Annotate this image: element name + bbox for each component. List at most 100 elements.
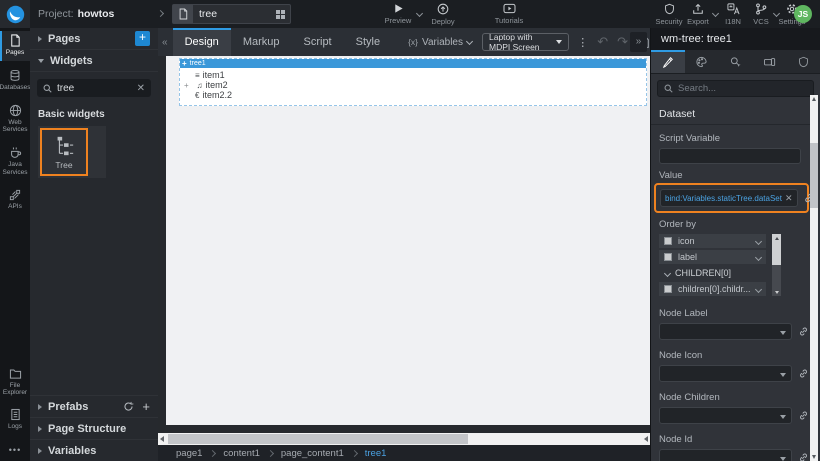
breadcrumb-page1[interactable]: page1 <box>176 448 202 459</box>
redo-icon[interactable]: ↷ <box>617 34 628 50</box>
scroll-up-icon[interactable] <box>772 234 781 243</box>
rail-item-databases[interactable]: Databases <box>0 66 30 96</box>
bind-link-icon[interactable] <box>798 326 809 337</box>
scroll-down-icon[interactable] <box>812 455 816 459</box>
rail-item-logs[interactable]: Logs <box>0 405 30 435</box>
properties-search[interactable] <box>657 80 814 97</box>
tab-styles[interactable] <box>685 50 719 73</box>
undo-icon[interactable]: ↶ <box>597 34 608 50</box>
properties-scrollbar[interactable] <box>810 95 818 461</box>
canvas-horizontal-scrollbar[interactable] <box>158 433 650 445</box>
bind-link-icon[interactable] <box>798 410 809 421</box>
chevron-down-icon <box>664 269 671 276</box>
widget-search-input[interactable] <box>57 83 132 94</box>
order-by-row-label[interactable]: label <box>659 250 766 264</box>
rail-item-java-services[interactable]: Java Services <box>0 143 30 181</box>
user-avatar[interactable]: JS <box>794 5 812 23</box>
breadcrumb-tree1[interactable]: tree1 <box>365 448 387 459</box>
script-variable-input[interactable] <box>659 148 801 164</box>
collapse-panel-icon[interactable]: « <box>158 37 173 48</box>
tab-style[interactable]: Style <box>344 28 392 56</box>
tree-widget-selection-bar[interactable]: + tree1 <box>180 59 646 68</box>
expand-arrow-icon <box>38 59 44 63</box>
rail-item-web-services[interactable]: Web Services <box>0 101 30 139</box>
chevron-down-icon[interactable] <box>755 253 762 260</box>
i18n-button[interactable]: I18N <box>718 3 748 26</box>
section-widgets[interactable]: Widgets <box>30 50 158 72</box>
order-by-group-children[interactable]: CHILDREN[0] <box>659 266 766 280</box>
device-selector[interactable]: Laptop with MDPI Screen <box>482 33 569 51</box>
chevron-down-icon[interactable] <box>755 237 762 244</box>
tree-widget-tile[interactable]: Tree <box>40 128 88 176</box>
node-icon-select[interactable] <box>659 365 792 382</box>
scroll-up-icon[interactable] <box>812 97 816 101</box>
bind-link-icon[interactable] <box>798 368 809 379</box>
kebab-menu-icon[interactable]: ⋮ <box>577 36 588 49</box>
scrollbar-thumb[interactable] <box>168 434 468 444</box>
breadcrumb-content1[interactable]: content1 <box>223 448 259 459</box>
rail-label: Logs <box>8 423 22 431</box>
order-by-scrollbar[interactable] <box>772 234 781 296</box>
tree-node-item1[interactable]: ≡ item1 <box>195 70 225 80</box>
tutorials-button[interactable]: Tutorials <box>490 3 528 25</box>
design-canvas[interactable]: + tree1 ≡ item1 + ♫ item2 € item2.2 <box>158 56 650 425</box>
node-label-select[interactable] <box>659 323 792 340</box>
tab-script[interactable]: Script <box>292 28 344 56</box>
tree-node-item2-2[interactable]: € item2.2 <box>195 90 232 100</box>
section-variables[interactable]: Variables <box>30 439 158 461</box>
export-button[interactable]: Export <box>684 3 712 26</box>
preview-caret-icon[interactable] <box>416 10 423 17</box>
rail-item-pages[interactable]: Pages <box>0 31 30 61</box>
breadcrumb-page-content1[interactable]: page_content1 <box>281 448 344 459</box>
tab-markup[interactable]: Markup <box>231 28 292 56</box>
selected-widget-title: wm-tree: tree1 <box>651 28 820 50</box>
clear-search-icon[interactable]: ✕ <box>137 83 145 94</box>
tree-widget-on-canvas[interactable]: + tree1 ≡ item1 + ♫ item2 € item2.2 <box>179 58 647 106</box>
preview-button[interactable]: Preview <box>380 3 416 25</box>
properties-search-input[interactable] <box>678 83 807 94</box>
tree-node-item2[interactable]: + ♫ item2 <box>184 80 228 90</box>
tab-devices[interactable] <box>752 50 786 73</box>
scrollbar-thumb[interactable] <box>772 243 781 265</box>
section-page-structure[interactable]: Page Structure <box>30 417 158 439</box>
section-prefabs[interactable]: Prefabs + <box>30 395 158 417</box>
rail-item-file-explorer[interactable]: File Explorer <box>0 365 30 402</box>
vcs-button[interactable]: VCS <box>748 3 774 26</box>
add-page-button[interactable]: + <box>135 31 150 46</box>
rail-overflow-icon[interactable]: ••• <box>0 445 30 455</box>
security-button[interactable]: Security <box>652 3 686 26</box>
export-label: Export <box>687 17 709 26</box>
checkbox[interactable] <box>664 285 672 293</box>
node-children-select[interactable] <box>659 407 792 424</box>
widget-search[interactable]: ✕ <box>37 79 151 97</box>
value-binding-input[interactable]: bind:Variables.staticTree.dataSet ✕ <box>660 189 798 207</box>
add-prefab-icon[interactable]: + <box>142 399 150 414</box>
scroll-left-icon[interactable] <box>160 436 164 442</box>
variables-menu[interactable]: {x} Variables <box>408 37 472 48</box>
tab-inspect[interactable] <box>719 50 753 73</box>
tab-design[interactable]: Design <box>173 28 231 56</box>
expand-panel-icon[interactable]: » <box>630 32 647 52</box>
scroll-down-icon[interactable] <box>772 288 781 296</box>
grid-icon[interactable] <box>276 10 285 19</box>
page-picker[interactable]: tree <box>172 4 291 24</box>
rail-item-apis[interactable]: APIs <box>0 186 30 215</box>
checkbox[interactable] <box>664 237 672 245</box>
expand-node-icon[interactable]: + <box>184 81 189 90</box>
refresh-icon[interactable] <box>123 401 134 412</box>
order-by-row-children[interactable]: children[0].childr... <box>659 282 766 296</box>
checkbox[interactable] <box>664 253 672 261</box>
section-variables-label: Variables <box>48 445 96 457</box>
section-pages[interactable]: Pages + <box>30 28 158 50</box>
bind-link-icon[interactable] <box>798 452 809 461</box>
tab-security[interactable] <box>786 50 820 73</box>
scroll-right-icon[interactable] <box>644 436 648 442</box>
clear-binding-icon[interactable]: ✕ <box>785 193 793 204</box>
scrollbar-thumb[interactable] <box>810 143 818 208</box>
order-by-row-icon[interactable]: icon <box>659 234 766 248</box>
tab-properties[interactable] <box>651 50 685 73</box>
node-id-select[interactable] <box>659 449 792 461</box>
chevron-down-icon[interactable] <box>755 285 762 292</box>
deploy-button[interactable]: Deploy <box>426 3 460 26</box>
app-logo[interactable] <box>0 0 30 28</box>
